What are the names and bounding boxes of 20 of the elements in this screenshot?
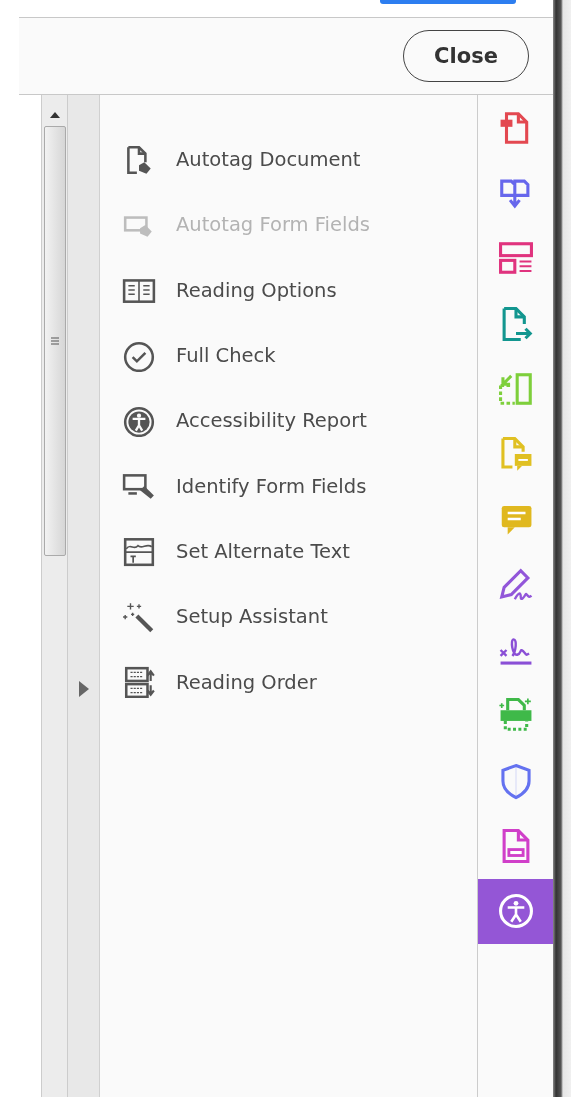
tool-item[interactable]: Full Check [122, 322, 477, 389]
tool-item[interactable]: Setup Assistant [122, 584, 477, 650]
tool-item[interactable]: Reading Order [122, 649, 477, 715]
order-icon [122, 666, 156, 698]
image-text-icon [122, 535, 156, 568]
tool-item[interactable]: Set Alternate Text [122, 518, 477, 585]
scrollbar[interactable] [41, 95, 68, 1097]
tool-item[interactable]: Autotag Document [122, 127, 477, 193]
grip-icon [50, 337, 59, 345]
tool-item[interactable]: Identify Form Fields [122, 453, 477, 519]
rail-tool-button[interactable] [478, 878, 553, 944]
accessibility-icon [122, 404, 156, 437]
close-button[interactable]: Close [403, 30, 529, 82]
scroll-thumb[interactable] [43, 126, 66, 556]
expand-arrow-icon[interactable] [78, 681, 89, 697]
scroll-up-icon[interactable] [49, 112, 60, 118]
accessibility-icon [496, 892, 535, 931]
tool-item[interactable]: Reading Options [122, 257, 477, 323]
tool-item[interactable]: Accessibility Report [122, 388, 477, 454]
magic-wand-icon [122, 600, 156, 633]
